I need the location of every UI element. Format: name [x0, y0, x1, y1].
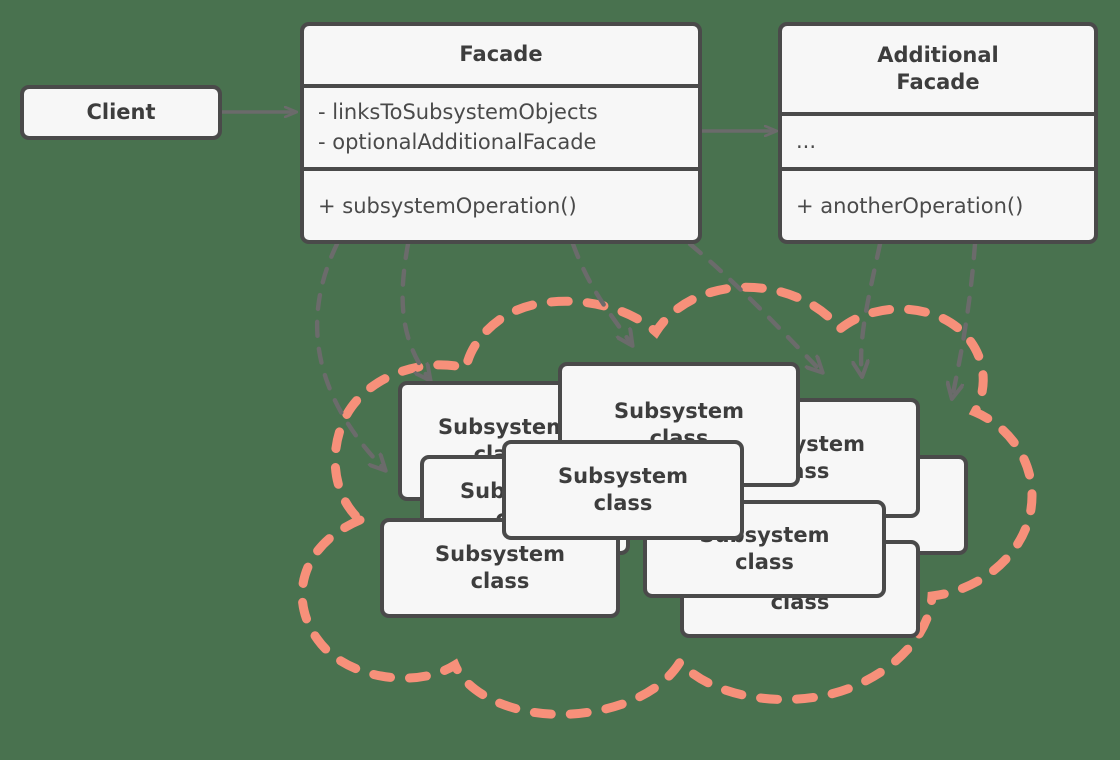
client-label: Client	[86, 100, 156, 125]
facade-attribute: - optionalAdditionalFacade	[318, 129, 597, 154]
client-class-box[interactable]: Client	[20, 85, 222, 140]
subsystem-class-label: Subsystem	[438, 415, 568, 440]
facade-attribute: - linksToSubsystemObjects	[318, 99, 598, 124]
facade-name-section: Facade	[304, 26, 698, 84]
subsystem-class-label: class	[470, 569, 530, 593]
subsystem-class-label: class	[735, 550, 794, 574]
edge-facade-to-subsystem-4	[687, 241, 822, 372]
facade-operation: + subsystemOperation()	[318, 193, 577, 218]
edge-facade-to-subsystem-1	[314, 241, 385, 470]
subsystem-class-label: Subsystem	[435, 542, 565, 567]
edge-additional-facade-to-subsystem-2	[952, 241, 978, 398]
facade-pattern-diagram: Client Facade - linksToSubsystemObjects …	[0, 0, 1120, 760]
additional-facade-operation: + anotherOperation()	[796, 193, 1024, 218]
subsystem-class-label: Subsystem	[558, 464, 688, 489]
subsystem-class-label: class	[593, 491, 653, 515]
facade-class-box[interactable]: Facade - linksToSubsystemObjects - optio…	[300, 22, 702, 244]
facade-name: Facade	[459, 42, 543, 67]
additional-facade-class-box[interactable]: Additional Facade ... + anotherOperation…	[778, 22, 1098, 244]
additional-facade-name-section: Additional Facade	[782, 26, 1094, 112]
subsystem-class-label: Subsystem	[614, 398, 744, 423]
edge-facade-to-subsystem-2	[400, 241, 430, 380]
facade-attributes-section: - linksToSubsystemObjects - optionalAddi…	[304, 83, 698, 167]
edge-additional-facade-to-subsystem-1	[861, 241, 883, 376]
additional-facade-operations-section: + anotherOperation()	[782, 167, 1094, 240]
subsystem-class-box[interactable]: Subsystem class	[502, 440, 744, 540]
edge-facade-to-subsystem-3	[570, 241, 632, 345]
additional-facade-name-line2: Facade	[896, 70, 980, 95]
additional-facade-attributes-section: ...	[782, 112, 1094, 167]
facade-operations-section: + subsystemOperation()	[304, 167, 698, 240]
additional-facade-attribute: ...	[796, 128, 817, 153]
additional-facade-name-line1: Additional	[877, 42, 999, 67]
